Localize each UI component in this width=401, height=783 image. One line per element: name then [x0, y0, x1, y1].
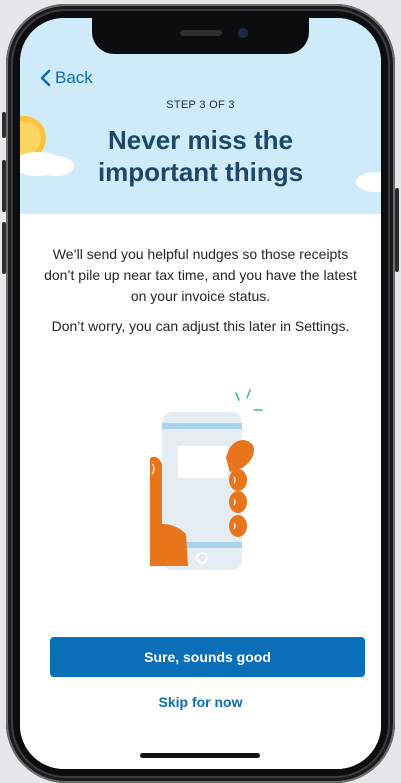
- phone-notification-illustration: [150, 389, 263, 570]
- phone-screen: Back STEP 3 OF 3 Never miss the importan…: [20, 18, 381, 769]
- step-indicator: STEP 3 OF 3: [166, 99, 235, 111]
- title-line-1: Never miss the: [108, 125, 293, 155]
- power-button: [395, 188, 399, 272]
- volume-up-button: [2, 160, 6, 212]
- back-button[interactable]: Back: [40, 68, 93, 88]
- home-indicator: [140, 753, 260, 758]
- accept-notifications-button[interactable]: Sure, sounds good: [50, 637, 365, 677]
- page-title: Never miss the important things: [20, 124, 381, 188]
- notch: [92, 18, 309, 54]
- volume-down-button: [2, 222, 6, 274]
- silent-switch: [2, 112, 6, 138]
- title-line-2: important things: [97, 157, 304, 187]
- settings-note: Don’t worry, you can adjust this later i…: [51, 318, 350, 334]
- front-camera: [238, 28, 248, 38]
- chevron-left-icon: [40, 69, 51, 87]
- speaker-grille: [180, 30, 222, 36]
- skip-for-now-link[interactable]: Skip for now: [20, 694, 381, 710]
- description-paragraph: We’ll send you helpful nudges so those r…: [44, 246, 357, 304]
- back-label: Back: [55, 68, 93, 87]
